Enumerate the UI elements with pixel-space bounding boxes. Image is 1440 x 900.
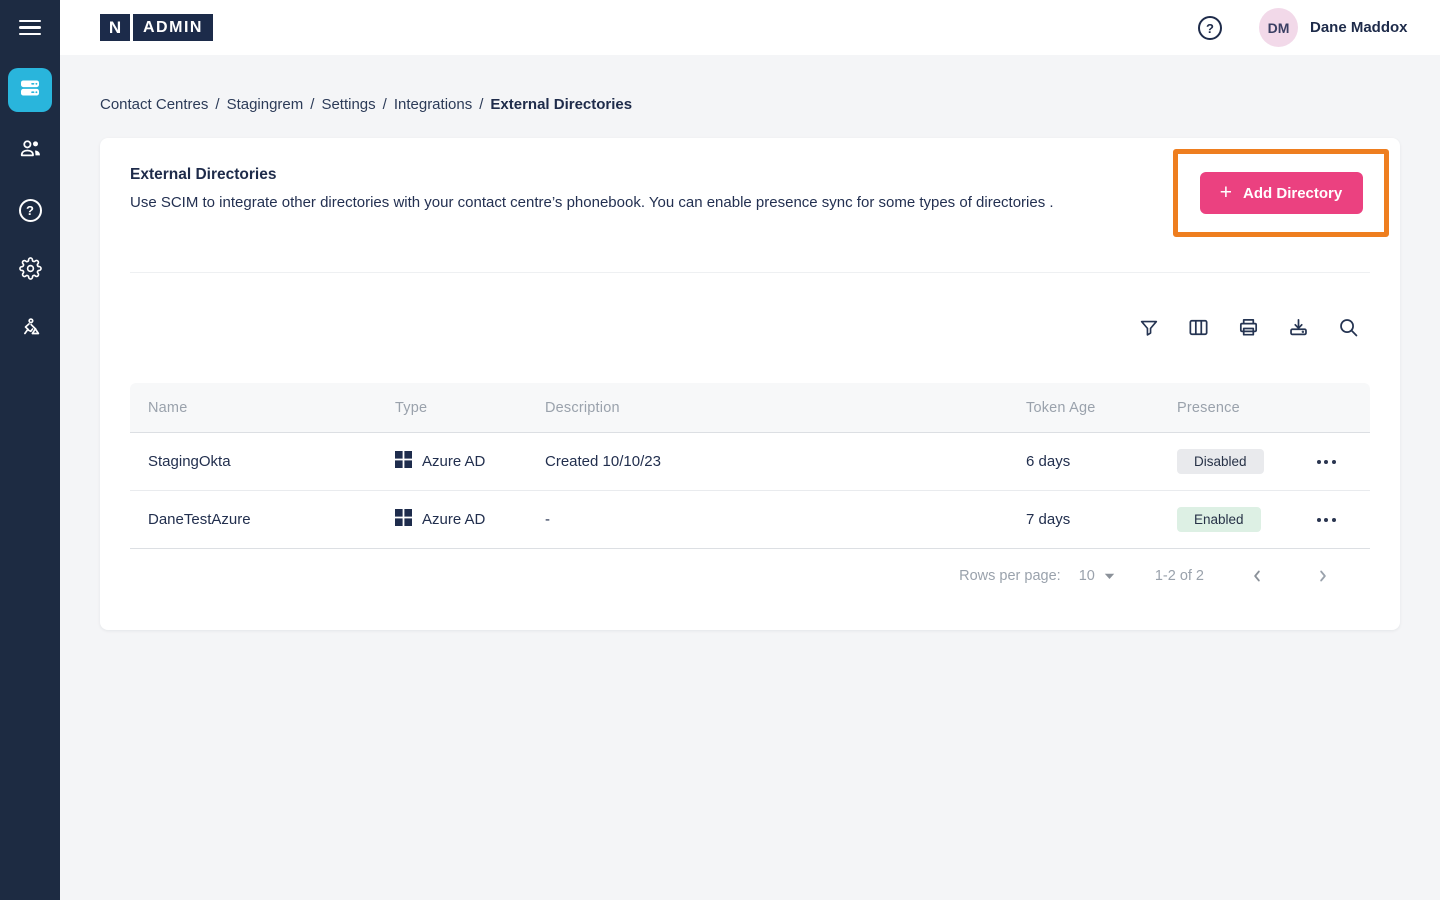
breadcrumb: Contact Centres / Stagingrem / Settings … — [100, 96, 632, 113]
filter-icon[interactable] — [1137, 316, 1160, 339]
breadcrumb-separator: / — [310, 96, 314, 113]
breadcrumb-current: External Directories — [490, 96, 632, 113]
rows-per-page-label: Rows per page: — [959, 568, 1061, 584]
presence-cell: Enabled — [1159, 507, 1282, 532]
azure-ad-icon — [395, 509, 412, 530]
topbar: N ADMIN ? DM Dane Maddox — [60, 0, 1440, 55]
pagination-range: 1-2 of 2 — [1155, 568, 1204, 584]
chevron-left-icon[interactable] — [1244, 563, 1270, 589]
gear-icon — [19, 257, 42, 283]
directory-name: DaneTestAzure — [130, 511, 377, 528]
pagination: Rows per page: 10 1-2 of 2 — [130, 549, 1370, 603]
breadcrumb-separator: / — [383, 96, 387, 113]
users-icon — [18, 136, 43, 164]
print-icon[interactable] — [1237, 316, 1260, 339]
columns-icon[interactable] — [1187, 316, 1210, 339]
breadcrumb-item[interactable]: Settings — [321, 96, 375, 113]
servers-icon — [17, 75, 43, 106]
plus-icon: + — [1220, 182, 1232, 203]
sidebar-item-settings[interactable] — [0, 248, 60, 292]
directory-type: Azure AD — [377, 509, 527, 530]
presence-cell: Disabled — [1159, 449, 1282, 474]
download-icon[interactable] — [1287, 316, 1310, 339]
avatar[interactable]: DM — [1259, 8, 1298, 47]
column-header-token-age: Token Age — [1008, 400, 1159, 416]
table-header-row: Name Type Description Token Age Presence — [130, 383, 1370, 433]
presence-badge: Disabled — [1177, 449, 1264, 474]
token-age: 6 days — [1008, 453, 1159, 470]
page-description: Use SCIM to integrate other directories … — [130, 194, 1054, 211]
logo-n: N — [100, 14, 130, 41]
add-directory-label: Add Directory — [1243, 185, 1342, 202]
column-header-description: Description — [527, 400, 1008, 416]
column-header-presence: Presence — [1159, 400, 1282, 416]
table-row[interactable]: StagingOkta Azure AD Created 10/10/23 6 … — [130, 433, 1370, 491]
divider — [130, 272, 1370, 273]
directories-table: Name Type Description Token Age Presence… — [130, 383, 1370, 603]
roadwork-icon — [18, 316, 43, 344]
sidebar-item-roadwork[interactable] — [0, 308, 60, 352]
directory-description: Created 10/10/23 — [527, 453, 1008, 470]
page-title: External Directories — [130, 166, 276, 184]
table-toolbar — [1137, 316, 1360, 339]
azure-ad-icon — [395, 451, 412, 472]
breadcrumb-item[interactable]: Contact Centres — [100, 96, 208, 113]
external-directories-card: External Directories Use SCIM to integra… — [100, 138, 1400, 630]
table-row[interactable]: DaneTestAzure Azure AD - 7 days Enabled — [130, 491, 1370, 549]
menu-icon[interactable] — [0, 0, 60, 55]
breadcrumb-separator: / — [215, 96, 219, 113]
help-icon[interactable]: ? — [1198, 16, 1222, 40]
token-age: 7 days — [1008, 511, 1159, 528]
column-header-name: Name — [130, 400, 377, 416]
app-logo[interactable]: N ADMIN — [100, 14, 213, 41]
row-actions-kebab-icon[interactable] — [1311, 512, 1342, 528]
actions-cell — [1282, 512, 1370, 528]
directory-description: - — [527, 511, 1008, 528]
rows-per-page-select[interactable]: 10 — [1079, 568, 1115, 584]
user-name[interactable]: Dane Maddox — [1310, 0, 1408, 55]
caret-down-icon — [1104, 568, 1115, 584]
row-actions-kebab-icon[interactable] — [1311, 454, 1342, 470]
logo-admin: ADMIN — [133, 14, 213, 41]
actions-cell — [1282, 454, 1370, 470]
annotation-highlight: + Add Directory — [1173, 149, 1389, 237]
presence-badge: Enabled — [1177, 507, 1261, 532]
directory-name: StagingOkta — [130, 453, 377, 470]
breadcrumb-item[interactable]: Integrations — [394, 96, 472, 113]
breadcrumb-separator: / — [479, 96, 483, 113]
rows-per-page-value: 10 — [1079, 568, 1095, 584]
search-icon[interactable] — [1337, 316, 1360, 339]
add-directory-button[interactable]: + Add Directory — [1200, 172, 1363, 214]
directory-type-label: Azure AD — [422, 511, 485, 528]
sidebar-item-help[interactable]: ? — [0, 188, 60, 232]
sidebar: ? — [0, 0, 60, 900]
column-header-type: Type — [377, 400, 527, 416]
help-icon: ? — [19, 199, 42, 222]
directory-type-label: Azure AD — [422, 453, 485, 470]
sidebar-item-users[interactable] — [0, 128, 60, 172]
chevron-right-icon[interactable] — [1310, 563, 1336, 589]
breadcrumb-item[interactable]: Stagingrem — [227, 96, 304, 113]
sidebar-item-contact-centres-active[interactable] — [8, 68, 52, 112]
directory-type: Azure AD — [377, 451, 527, 472]
